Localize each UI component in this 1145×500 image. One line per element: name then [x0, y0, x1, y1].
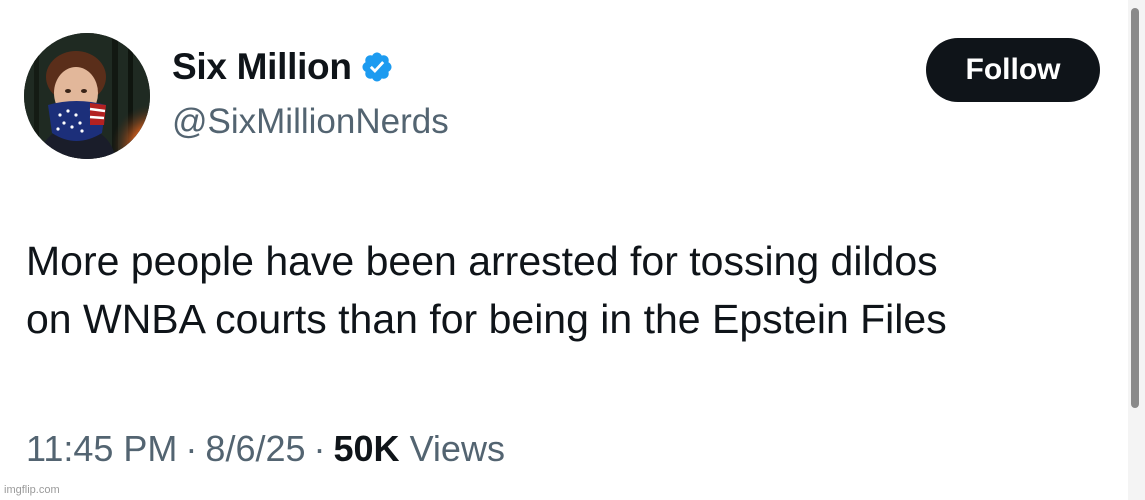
tweet-text: More people have been arrested for tossi… — [26, 232, 1116, 348]
meta-separator: · — [185, 428, 198, 469]
tweet-time[interactable]: 11:45 PM — [26, 428, 177, 470]
avatar[interactable] — [24, 33, 150, 159]
views-label: Views — [409, 428, 505, 469]
tweet-meta: 11:45 PM · 8/6/25 · 50K Views — [26, 428, 505, 470]
author-display-name[interactable]: Six Million — [172, 46, 352, 88]
watermark: imgflip.com — [4, 484, 60, 496]
tweet-text-line: on WNBA courts than for being in the Eps… — [26, 296, 947, 342]
meta-separator: · — [313, 428, 326, 469]
tweet-card: Six Million @SixMillionNerds Follow More… — [0, 0, 1145, 500]
masked-person-avatar-icon — [24, 33, 150, 159]
tweet-text-line: More people have been arrested for tossi… — [26, 238, 938, 284]
author-handle[interactable]: @SixMillionNerds — [172, 102, 449, 142]
views-count[interactable]: 50K — [334, 428, 400, 470]
follow-button[interactable]: Follow — [926, 38, 1100, 102]
author-name-row: Six Million — [172, 46, 394, 88]
verified-badge-icon — [362, 52, 392, 82]
tweet-date[interactable]: 8/6/25 — [205, 428, 305, 470]
scrollbar-thumb[interactable] — [1131, 8, 1139, 408]
